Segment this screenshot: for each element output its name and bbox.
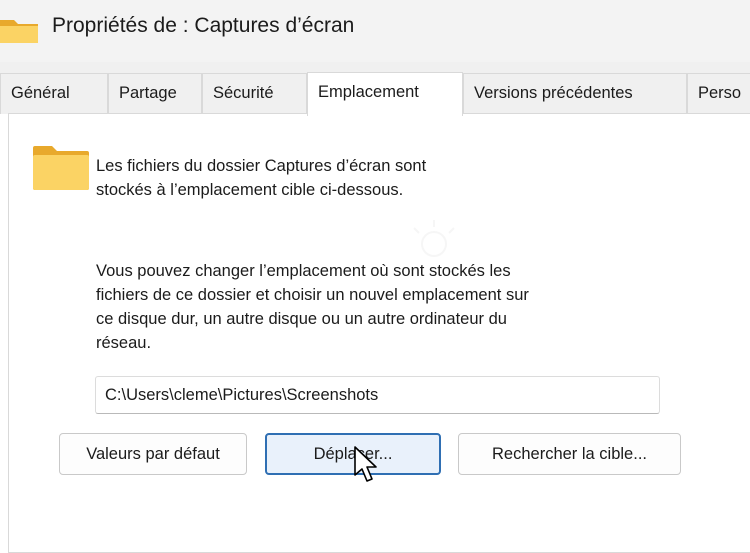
tab-personnaliser[interactable]: Perso <box>687 73 750 114</box>
title-bar: Propriétés de : Captures d’écran <box>0 0 750 62</box>
tab-securite[interactable]: Sécurité <box>202 73 307 114</box>
intro-text: Les fichiers du dossier Captures d’écran… <box>96 157 427 199</box>
tab-versions-precedentes[interactable]: Versions précédentes <box>463 73 687 114</box>
mouse-pointer-icon <box>354 446 377 482</box>
folder-icon <box>0 20 38 43</box>
tab-strip: Général Partage Sécurité Emplacement Ver… <box>0 62 750 116</box>
sun-icon <box>413 220 455 257</box>
tab-partage[interactable]: Partage <box>108 73 202 114</box>
target-path-field[interactable] <box>95 376 660 414</box>
tab-emplacement[interactable]: Emplacement <box>307 72 463 116</box>
restore-default-button[interactable]: Valeurs par défaut <box>59 433 247 475</box>
find-target-button[interactable]: Rechercher la cible... <box>458 433 681 475</box>
folder-icon <box>33 146 89 190</box>
window-title: Propriétés de : Captures d’écran <box>52 14 355 37</box>
tab-general[interactable]: Général <box>0 73 108 114</box>
description-text: Vous pouvez changer l’emplacement où son… <box>96 262 529 352</box>
